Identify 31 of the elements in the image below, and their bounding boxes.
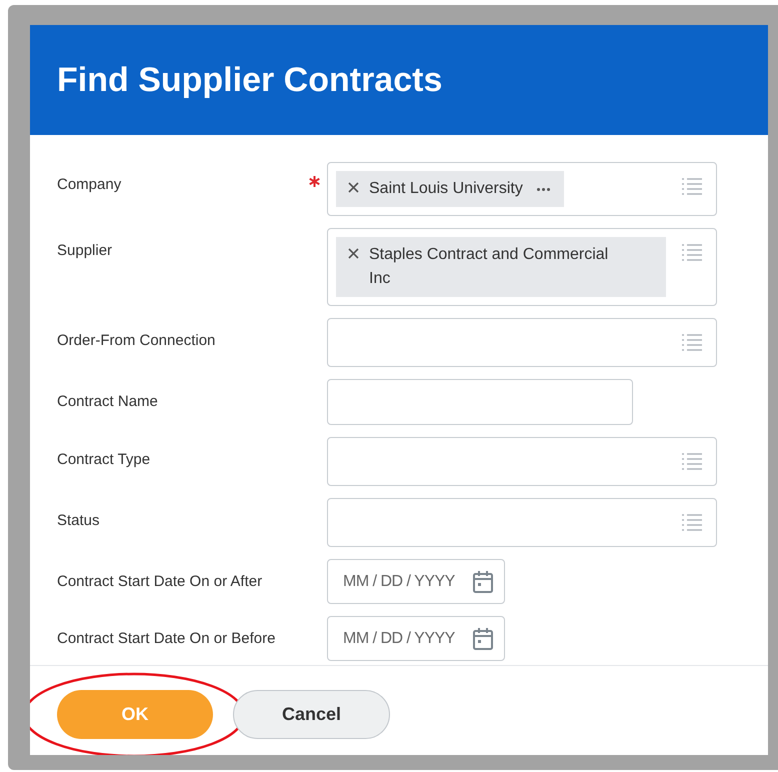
field-label: Contract Type (57, 450, 150, 470)
pill-text: Saint Louis University (369, 179, 523, 199)
dialog-title: Find Supplier Contracts (57, 60, 442, 100)
selected-item-pill[interactable]: Staples Contract and Commercial Inc (336, 237, 666, 297)
list-icon[interactable] (681, 513, 703, 531)
text-field[interactable] (327, 379, 633, 425)
date-field[interactable]: MM / DD / YYYY (327, 559, 505, 604)
multiselect-field[interactable]: Saint Louis University (327, 162, 717, 216)
field-label: Contract Name (57, 392, 158, 412)
list-icon[interactable] (681, 452, 703, 470)
field-label: Contract Start Date On or After (57, 572, 262, 592)
field-label: Supplier (57, 241, 112, 261)
calendar-icon[interactable] (472, 570, 494, 594)
multiselect-field[interactable] (327, 318, 717, 367)
field-label: Company (57, 175, 122, 195)
close-icon[interactable] (348, 248, 359, 259)
list-icon[interactable] (681, 333, 703, 351)
date-field[interactable]: MM / DD / YYYY (327, 616, 505, 661)
field-label: Status (57, 511, 100, 531)
list-icon[interactable] (681, 243, 703, 261)
list-icon[interactable] (681, 177, 703, 195)
calendar-icon[interactable] (472, 626, 494, 650)
multiselect-field[interactable]: Staples Contract and Commercial Inc (327, 228, 717, 306)
selected-item-pill[interactable]: Saint Louis University (336, 171, 564, 207)
field-label: Contract Start Date On or Before (57, 629, 276, 649)
cancel-button[interactable]: Cancel (233, 690, 390, 739)
close-icon[interactable] (348, 182, 359, 193)
field-label: Order-From Connection (57, 331, 216, 351)
pill-text: Staples Contract and Commercial Inc (369, 245, 610, 289)
multiselect-field[interactable] (327, 498, 717, 547)
multiselect-field[interactable] (327, 437, 717, 486)
